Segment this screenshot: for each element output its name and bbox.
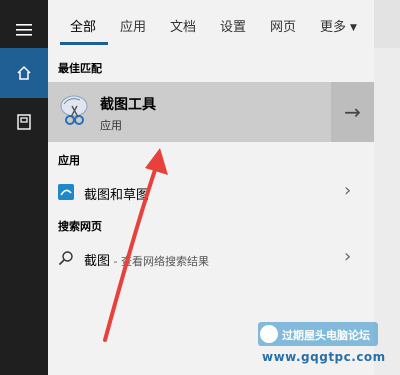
section-web: 搜索网页 (58, 220, 102, 233)
web-search-text: 截图 - 查看网络搜索结果 (84, 250, 209, 269)
tab-documents[interactable]: 文档 (170, 16, 196, 35)
tab-all[interactable]: 全部 (70, 16, 96, 35)
hamburger-icon (16, 24, 32, 36)
chevron-right-icon: › (344, 180, 352, 201)
tab-more-label: 更多 (320, 20, 347, 35)
tab-settings[interactable]: 设置 (220, 16, 246, 35)
tab-more[interactable]: 更多 ▼ (320, 16, 357, 35)
web-search-query: 截图 (84, 254, 111, 269)
best-match-title: 截图工具 (100, 97, 156, 113)
watermark-name: 过期屋头电脑论坛 (282, 329, 370, 342)
snip-sketch-icon (58, 184, 74, 200)
home-icon (17, 65, 31, 80)
notebook-icon (17, 114, 31, 130)
active-tab-indicator (60, 42, 108, 45)
web-search-suffix: - 查看网络搜索结果 (110, 255, 209, 268)
watermark: 过期屋头电脑论坛 www.gqgtpc.com (254, 318, 400, 375)
watermark-url: www.gqgtpc.com (262, 350, 386, 364)
documents-button[interactable] (0, 98, 48, 146)
scissors-icon (60, 95, 88, 125)
forum-logo-icon (260, 325, 278, 343)
chevron-right-icon: › (344, 246, 352, 267)
left-rail (0, 0, 48, 375)
list-item-snip-sketch[interactable]: 截图和草图 › (48, 174, 368, 210)
list-item-label: 截图和草图 (84, 188, 150, 203)
tab-web[interactable]: 网页 (270, 16, 296, 35)
best-match-subtitle: 应用 (100, 119, 122, 132)
caret-down-icon: ▼ (350, 23, 357, 33)
arrow-right-icon: → (344, 100, 361, 124)
tab-bar: 全部 应用 文档 设置 网页 更多 ▼ (48, 0, 400, 48)
open-arrow-button[interactable]: → (331, 82, 374, 142)
best-match-result[interactable]: 截图工具 应用 (48, 82, 331, 142)
section-best-match: 最佳匹配 (58, 62, 102, 75)
list-item-web-search[interactable]: 截图 - 查看网络搜索结果 › (48, 240, 368, 276)
menu-button[interactable] (0, 6, 48, 54)
home-button[interactable] (0, 48, 48, 98)
tab-apps[interactable]: 应用 (120, 16, 146, 35)
search-icon (58, 251, 73, 266)
right-panel-edge (374, 0, 400, 48)
section-apps: 应用 (58, 154, 80, 167)
